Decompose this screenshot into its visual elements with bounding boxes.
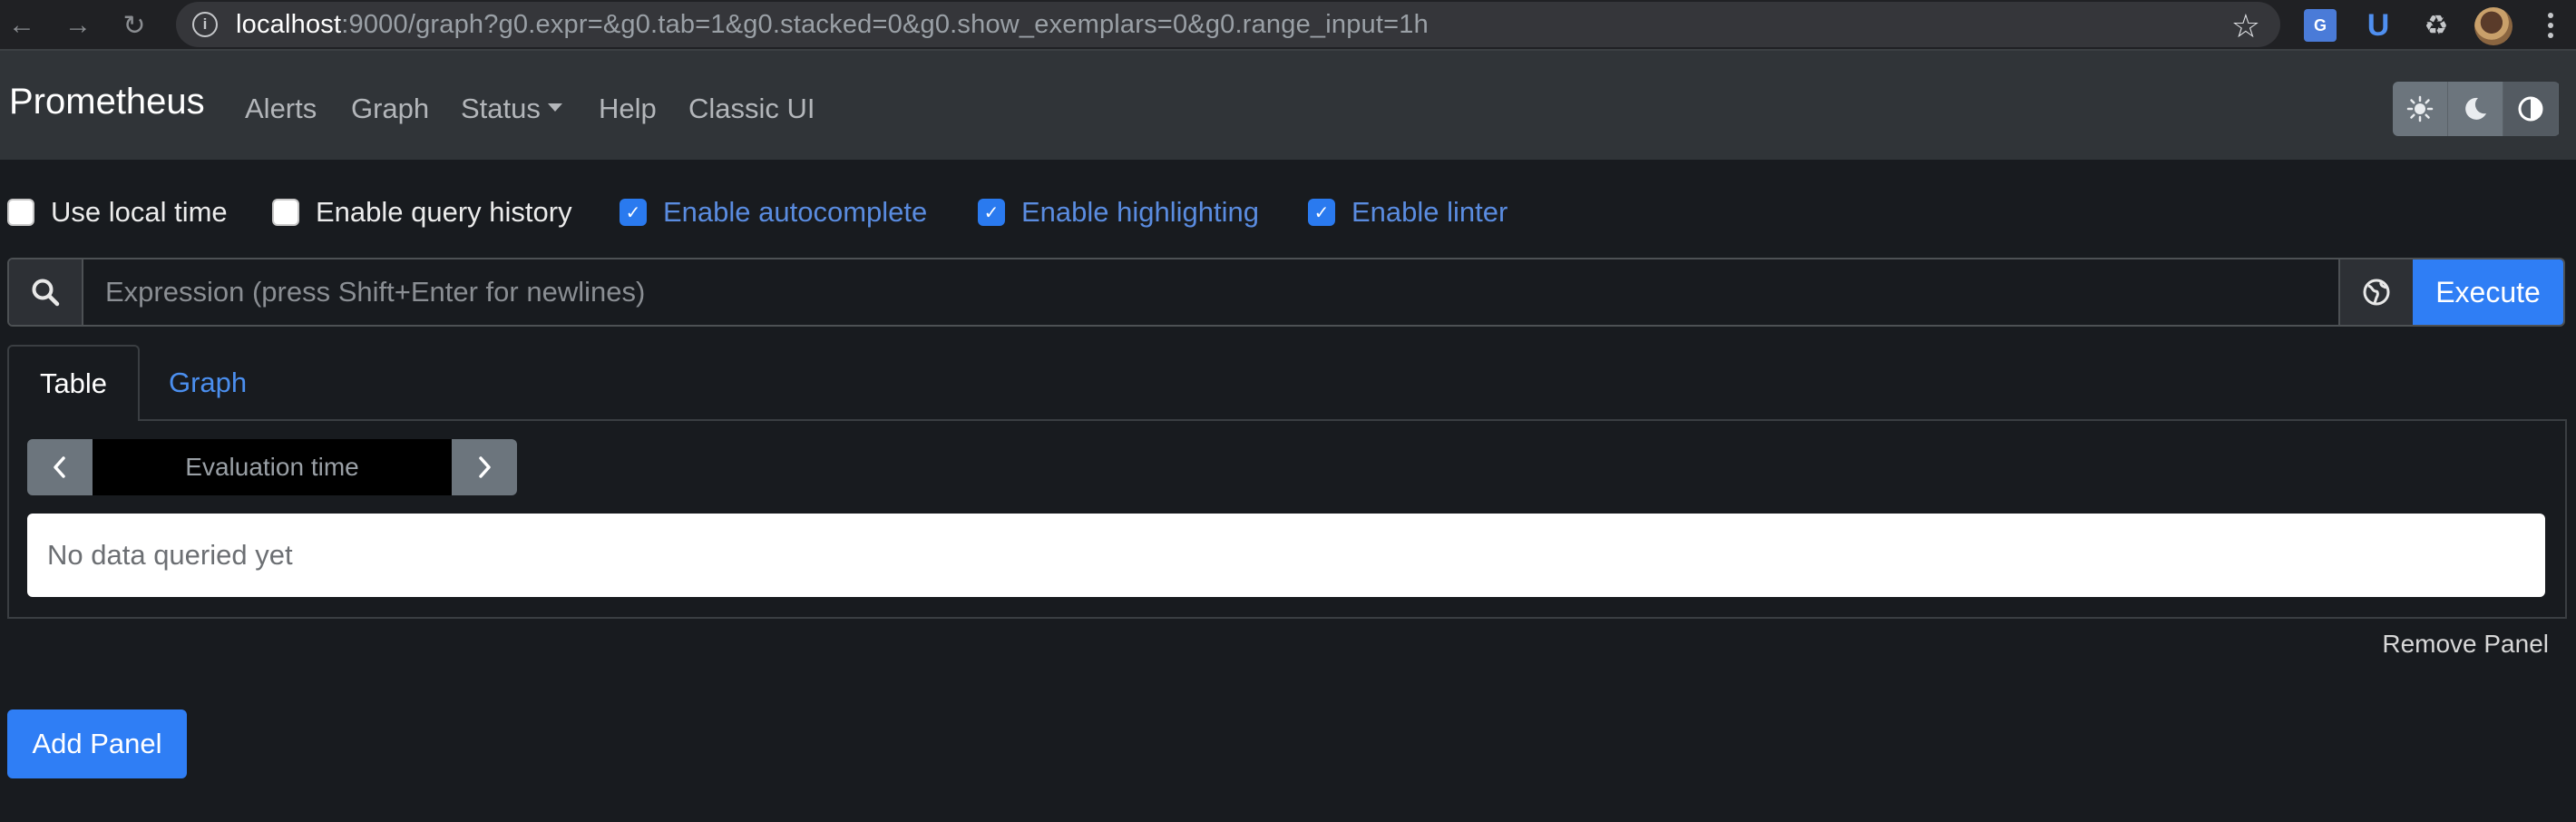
autocomplete-checkbox[interactable]: ✓ xyxy=(620,199,647,226)
profile-avatar[interactable] xyxy=(2474,7,2513,45)
bookmark-star-icon[interactable]: ☆ xyxy=(2231,7,2260,45)
url-path: :9000/graph?g0.expr=&g0.tab=1&g0.stacked… xyxy=(341,9,1429,39)
url-text[interactable]: localhost:9000/graph?g0.expr=&g0.tab=1&g… xyxy=(236,10,1429,40)
brand-logo-text[interactable]: Prometheus xyxy=(9,82,205,122)
eval-next-button[interactable] xyxy=(452,439,517,495)
sun-icon xyxy=(2406,95,2434,122)
execute-button[interactable]: Execute xyxy=(2413,259,2563,325)
use-local-time-checkbox[interactable] xyxy=(7,199,34,226)
evaluation-time-group: Evaluation time xyxy=(27,439,517,495)
translate-extension-icon[interactable]: G xyxy=(2304,9,2337,42)
half-circle-icon xyxy=(2518,96,2543,122)
no-data-message: No data queried yet xyxy=(27,514,2545,597)
nav-graph[interactable]: Graph xyxy=(351,93,429,125)
site-info-icon[interactable]: i xyxy=(192,12,218,37)
forward-arrow-icon[interactable]: → xyxy=(58,5,98,45)
tab-graph[interactable]: Graph xyxy=(169,367,247,399)
add-panel-button[interactable]: Add Panel xyxy=(7,709,187,778)
option-use-local-time[interactable]: Use local time xyxy=(7,192,228,232)
linter-label: Enable linter xyxy=(1351,196,1508,228)
use-local-time-label: Use local time xyxy=(51,196,228,228)
linter-checkbox[interactable]: ✓ xyxy=(1308,199,1335,226)
query-history-label: Enable query history xyxy=(316,196,572,228)
autocomplete-label: Enable autocomplete xyxy=(663,196,928,228)
remove-panel-link[interactable]: Remove Panel xyxy=(2382,630,2549,659)
option-autocomplete[interactable]: ✓ Enable autocomplete xyxy=(620,192,927,232)
nav-status-label: Status xyxy=(461,93,541,124)
app-navbar: Prometheus Alerts Graph Status Help Clas… xyxy=(0,51,2576,160)
nav-help[interactable]: Help xyxy=(599,93,657,125)
option-linter[interactable]: ✓ Enable linter xyxy=(1308,192,1508,232)
option-highlighting[interactable]: ✓ Enable highlighting xyxy=(978,192,1259,232)
expression-bar: Execute xyxy=(7,258,2565,327)
theme-auto-button[interactable] xyxy=(2503,82,2559,136)
tab-table[interactable]: Table xyxy=(7,345,140,421)
reload-icon[interactable]: ↻ xyxy=(114,5,154,45)
theme-toggle-group xyxy=(2393,82,2560,136)
nav-status-dropdown[interactable]: Status xyxy=(461,93,562,125)
search-icon xyxy=(32,279,60,307)
u-extension-icon[interactable]: U xyxy=(2362,8,2395,43)
globe-icon xyxy=(2363,279,2390,306)
highlighting-label: Enable highlighting xyxy=(1021,196,1259,228)
expression-input[interactable] xyxy=(83,259,2338,325)
caret-down-icon xyxy=(547,103,562,113)
eval-previous-button[interactable] xyxy=(27,439,93,495)
chevron-left-icon xyxy=(54,456,65,478)
evaluation-time-input[interactable]: Evaluation time xyxy=(93,439,452,495)
nav-classic-ui[interactable]: Classic UI xyxy=(688,93,815,125)
query-history-checkbox[interactable] xyxy=(272,199,299,226)
theme-dark-button[interactable] xyxy=(2448,82,2503,136)
highlighting-checkbox[interactable]: ✓ xyxy=(978,199,1005,226)
back-arrow-icon[interactable]: ← xyxy=(2,5,42,45)
extensions-puzzle-icon[interactable]: ♻ xyxy=(2420,9,2453,42)
metrics-explorer-button[interactable] xyxy=(2338,259,2413,325)
browser-toolbar: ← → ↻ i localhost:9000/graph?g0.expr=&g0… xyxy=(0,0,2576,51)
url-host: localhost xyxy=(236,9,342,39)
search-addon xyxy=(9,259,83,325)
address-bar[interactable]: i localhost:9000/graph?g0.expr=&g0.tab=1… xyxy=(176,2,2280,47)
nav-alerts[interactable]: Alerts xyxy=(245,93,317,125)
browser-menu-icon[interactable] xyxy=(2540,5,2561,45)
chevron-right-icon xyxy=(479,456,491,478)
theme-light-button[interactable] xyxy=(2393,82,2448,136)
option-query-history[interactable]: Enable query history xyxy=(272,192,572,232)
moon-icon xyxy=(2465,97,2486,120)
